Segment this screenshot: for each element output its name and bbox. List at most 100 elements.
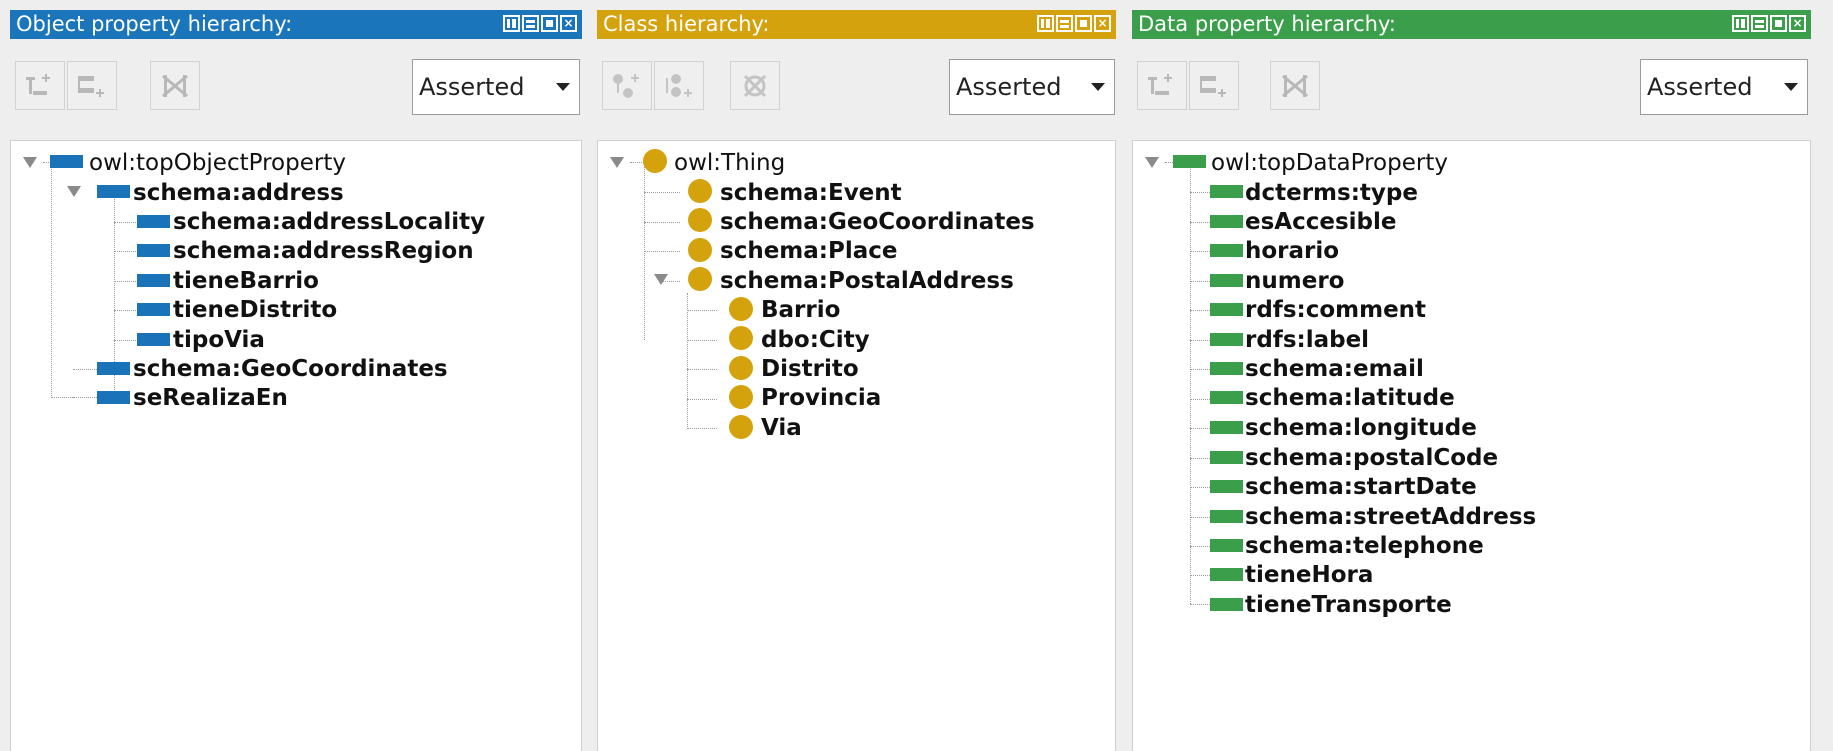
maximize-icon[interactable] [1770,15,1787,32]
tree-connector [687,340,717,341]
close-icon[interactable]: × [560,15,577,32]
object-property-icon [97,391,130,404]
tree-connector [644,251,680,252]
maximize-icon[interactable] [1075,15,1092,32]
object-property-icon [97,362,130,375]
object-property-icon [50,155,83,168]
split-horizontal-icon[interactable] [1056,15,1073,32]
delete-property-icon [1282,74,1308,97]
class-tree: owl:Thing schema:Event schema:GeoCoordin… [597,140,1116,751]
expand-toggle-icon[interactable] [67,186,81,197]
class-view-mode-dropdown[interactable]: Asserted [949,59,1115,115]
tree-connector [1190,369,1210,370]
data-property-icon [1210,185,1243,198]
class-icon [729,326,753,350]
tree-connector [687,399,717,400]
tree-connector [1190,604,1210,605]
data-panel-window-controls: × [1732,15,1806,33]
expand-toggle-icon[interactable] [23,157,37,168]
data-property-tree: owl:topDataProperty dcterms:type esAcces… [1132,140,1811,751]
object-panel-window-controls: × [503,15,577,33]
class-icon [688,179,712,203]
tree-connector [1190,517,1210,518]
delete-class-icon [743,74,767,97]
delete-class-button[interactable] [730,61,780,110]
data-property-icon [1210,274,1243,287]
class-icon [643,149,667,173]
delete-property-button[interactable] [150,61,200,110]
class-panel-toolbar: Asserted [597,39,1116,139]
tree-connector [51,161,52,398]
chevron-down-icon [1091,83,1105,91]
tree-connector [114,281,138,282]
tree-connector [1190,399,1210,400]
data-property-icon [1210,362,1243,375]
tree-connector [114,340,138,341]
add-sibling-property-button[interactable] [67,61,117,110]
object-view-mode-value: Asserted [419,73,525,101]
class-hierarchy-panel: Class hierarchy: × Asserted owl:Thing sc… [597,10,1116,751]
maximize-icon[interactable] [541,15,558,32]
data-view-mode-dropdown[interactable]: Asserted [1640,59,1808,115]
split-horizontal-icon[interactable] [522,15,539,32]
close-icon[interactable]: × [1789,15,1806,32]
data-property-hierarchy-panel: Data property hierarchy: × Asserted owl:… [1132,10,1811,751]
tree-connector [1190,222,1210,223]
data-property-icon [1210,244,1243,257]
tree-connector [1190,546,1210,547]
tree-connector [1190,281,1210,282]
tree-connector [630,162,644,163]
data-panel-titlebar: Data property hierarchy: × [1132,10,1811,39]
tree-connector [1190,161,1191,604]
class-icon [729,415,753,439]
split-view-icon[interactable] [503,15,520,32]
object-property-tree: owl:topObjectProperty schema:address sch… [10,140,582,751]
object-panel-title: Object property hierarchy: [16,12,293,36]
object-property-icon [137,244,170,257]
tree-connector [1190,575,1210,576]
data-property-icon [1210,510,1243,523]
add-subproperty-icon [1148,73,1172,95]
expand-toggle-icon[interactable] [654,274,668,285]
chevron-down-icon [556,83,570,91]
data-property-icon [1210,539,1243,552]
tree-connector [1190,487,1210,488]
expand-toggle-icon[interactable] [610,157,624,168]
data-property-icon [1210,480,1243,493]
close-icon[interactable]: × [1094,15,1111,32]
data-view-mode-value: Asserted [1647,73,1753,101]
data-property-icon [1210,391,1243,404]
tree-connector [1190,340,1210,341]
add-sibling-class-button[interactable] [654,61,704,110]
tree-connector [1190,192,1210,193]
data-property-icon [1210,568,1243,581]
split-horizontal-icon[interactable] [1751,15,1768,32]
add-subproperty-button[interactable] [15,61,65,110]
add-sibling-class-icon [666,73,692,97]
object-property-icon [137,274,170,287]
tree-connector [114,222,138,223]
data-property-icon [1173,155,1206,168]
tree-connector [73,369,97,370]
object-view-mode-dropdown[interactable]: Asserted [412,59,580,115]
class-panel-title: Class hierarchy: [603,12,770,36]
tree-connector [687,293,688,429]
data-panel-toolbar: Asserted [1132,39,1811,139]
expand-toggle-icon[interactable] [1145,157,1159,168]
add-subproperty-button[interactable] [1137,61,1187,110]
add-sibling-property-button[interactable] [1189,61,1239,110]
class-panel-window-controls: × [1037,15,1111,33]
add-subproperty-icon [26,73,50,95]
delete-property-icon [162,74,188,97]
data-property-icon [1210,303,1243,316]
tree-connector [644,192,680,193]
add-subclass-button[interactable] [602,61,652,110]
class-icon [688,267,712,291]
class-icon [688,208,712,232]
delete-property-button[interactable] [1270,61,1320,110]
split-view-icon[interactable] [1037,15,1054,32]
class-panel-titlebar: Class hierarchy: × [597,10,1116,39]
split-view-icon[interactable] [1732,15,1749,32]
class-icon [729,297,753,321]
data-property-icon [1210,451,1243,464]
